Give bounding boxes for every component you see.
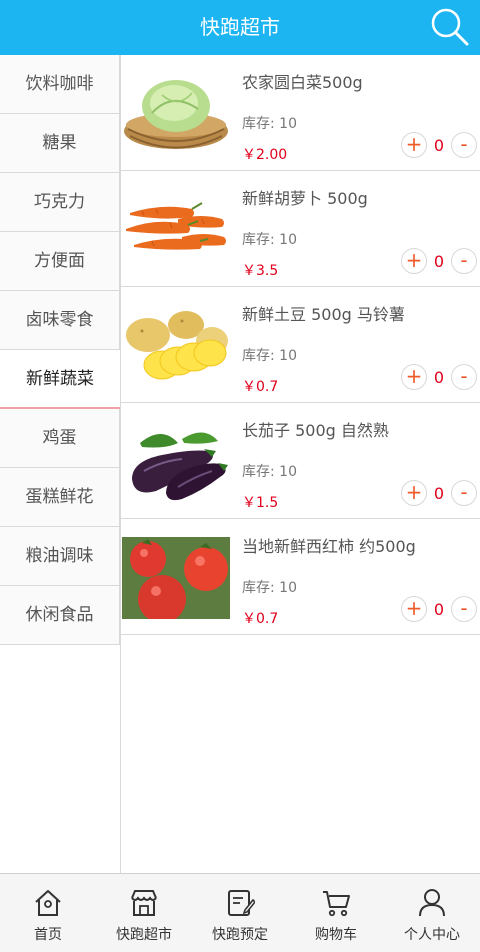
potatoes-image: [126, 311, 228, 380]
tab-cart[interactable]: 购物车: [288, 874, 384, 952]
app-header: 快跑超市: [0, 0, 480, 55]
tab-home[interactable]: 首页: [0, 874, 96, 952]
category-item[interactable]: 巧克力: [0, 173, 120, 232]
page-title: 快跑超市: [200, 15, 280, 39]
stock-info: 库存: 10: [242, 461, 297, 481]
product-list: 农家圆白菜500g 库存: 10 ￥2.00 + 0 - 新鲜胡萝卜 500g …: [121, 55, 480, 873]
carrots-image: [126, 202, 226, 250]
product-price: ￥0.7: [242, 611, 279, 627]
tab-reserve[interactable]: 快跑预定: [192, 874, 288, 952]
increase-button[interactable]: +: [401, 596, 427, 622]
product-row[interactable]: 新鲜土豆 500g 马铃薯 库存: 10 ￥0.7 + 0 -: [121, 287, 480, 403]
quantity-stepper: + 0 -: [401, 364, 477, 390]
cabbage-image: [124, 80, 228, 149]
category-item[interactable]: 鸡蛋: [0, 409, 120, 468]
tab-label: 首页: [34, 927, 62, 943]
stock-value: 10: [279, 348, 297, 364]
category-item[interactable]: 方便面: [0, 232, 120, 291]
product-row[interactable]: 农家圆白菜500g 库存: 10 ￥2.00 + 0 -: [121, 55, 480, 171]
increase-button[interactable]: +: [401, 248, 427, 274]
tab-label: 快跑预定: [212, 927, 268, 943]
stock-value: 10: [279, 116, 297, 132]
quantity-stepper: + 0 -: [401, 248, 477, 274]
category-item-active[interactable]: 新鲜蔬菜: [0, 350, 120, 409]
stock-label: 库存:: [242, 580, 275, 596]
product-name: 当地新鲜西红柿 约500g: [242, 537, 416, 556]
category-item[interactable]: 饮料咖啡: [0, 55, 120, 114]
home-icon: [35, 890, 61, 916]
category-item[interactable]: 糖果: [0, 114, 120, 173]
quantity-value: 0: [433, 135, 445, 155]
eggplants-image: [132, 432, 228, 501]
increase-button[interactable]: +: [401, 480, 427, 506]
tab-label: 购物车: [315, 927, 357, 943]
quantity-stepper: + 0 -: [401, 132, 477, 158]
increase-button[interactable]: +: [401, 364, 427, 390]
stock-info: 库存: 10: [242, 229, 297, 249]
decrease-button[interactable]: -: [451, 596, 477, 622]
stock-value: 10: [279, 232, 297, 248]
product-name: 新鲜胡萝卜 500g: [242, 189, 368, 208]
quantity-value: 0: [433, 251, 445, 271]
decrease-button[interactable]: -: [451, 364, 477, 390]
product-price: ￥3.5: [242, 263, 279, 279]
stock-label: 库存:: [242, 348, 275, 364]
stock-value: 10: [279, 464, 297, 480]
quantity-value: 0: [433, 367, 445, 387]
product-row[interactable]: 长茄子 500g 自然熟 库存: 10 ￥1.5 + 0 -: [121, 403, 480, 519]
stock-info: 库存: 10: [242, 345, 297, 365]
quantity-value: 0: [433, 483, 445, 503]
decrease-button[interactable]: -: [451, 480, 477, 506]
stock-value: 10: [279, 580, 297, 596]
bottom-tab-bar: 首页 快跑超市 快跑预定 购物车 个人中心: [0, 873, 480, 952]
product-name: 长茄子 500g 自然熟: [242, 421, 389, 440]
category-item[interactable]: 粮油调味: [0, 527, 120, 586]
product-name: 农家圆白菜500g: [242, 73, 363, 92]
quantity-value: 0: [433, 599, 445, 619]
quantity-stepper: + 0 -: [401, 480, 477, 506]
product-name: 新鲜土豆 500g 马铃薯: [242, 305, 405, 324]
search-icon[interactable]: [430, 7, 470, 47]
stock-label: 库存:: [242, 232, 275, 248]
tab-label: 个人中心: [404, 927, 460, 943]
stock-info: 库存: 10: [242, 577, 297, 597]
decrease-button[interactable]: -: [451, 132, 477, 158]
category-item[interactable]: 休闲食品: [0, 586, 120, 645]
tab-label: 快跑超市: [116, 927, 172, 943]
tomatoes-image: [122, 537, 230, 619]
tab-store[interactable]: 快跑超市: [96, 874, 192, 952]
category-item[interactable]: 卤味零食: [0, 291, 120, 350]
edit-icon: [228, 890, 255, 916]
quantity-stepper: + 0 -: [401, 596, 477, 622]
cart-icon: [323, 891, 350, 917]
product-price: ￥2.00: [242, 147, 288, 163]
product-row[interactable]: 新鲜胡萝卜 500g 库存: 10 ￥3.5 + 0 -: [121, 171, 480, 287]
stock-info: 库存: 10: [242, 113, 297, 133]
product-row[interactable]: 当地新鲜西红柿 约500g 库存: 10 ￥0.7 + 0 -: [121, 519, 480, 635]
product-price: ￥0.7: [242, 379, 279, 395]
category-item[interactable]: 蛋糕鲜花: [0, 468, 120, 527]
increase-button[interactable]: +: [401, 132, 427, 158]
user-icon: [419, 889, 445, 917]
store-icon: [131, 890, 157, 916]
tab-profile[interactable]: 个人中心: [384, 874, 480, 952]
stock-label: 库存:: [242, 464, 275, 480]
stock-label: 库存:: [242, 116, 275, 132]
category-sidebar: 饮料咖啡 糖果 巧克力 方便面 卤味零食 新鲜蔬菜 鸡蛋 蛋糕鲜花 粮油调味 休…: [0, 55, 121, 873]
decrease-button[interactable]: -: [451, 248, 477, 274]
product-price: ￥1.5: [242, 495, 279, 511]
